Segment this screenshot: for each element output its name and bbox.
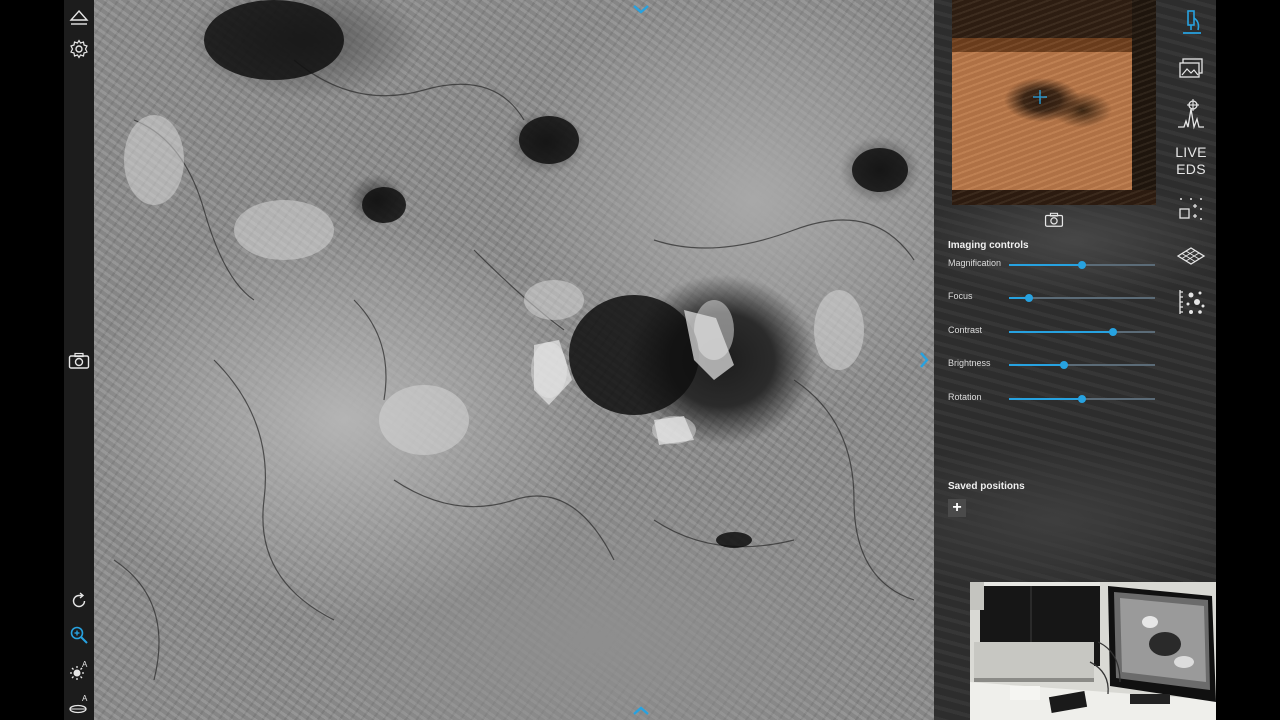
microscope-mode-button[interactable] (1166, 2, 1216, 42)
rotation-label: Rotation (948, 392, 982, 402)
saved-positions-title: Saved positions (948, 481, 1025, 492)
microscope-icon (1183, 10, 1201, 34)
focus-label: Focus (948, 291, 973, 301)
zoom-icon (70, 626, 88, 644)
particle-analysis-button[interactable] (1166, 282, 1216, 322)
contrast-label: Contrast (948, 325, 983, 335)
capture-image-button[interactable] (64, 346, 94, 376)
brightness-slider-fill (1009, 364, 1065, 366)
3d-surface-icon (1176, 247, 1206, 265)
multi-tile-icon (1179, 198, 1202, 220)
right-toolbar: LIVE EDS (1166, 0, 1216, 330)
sem-image-viewport[interactable] (94, 0, 934, 720)
contrast-slider-thumb[interactable] (1108, 328, 1117, 336)
spectrum-button[interactable] (1166, 94, 1216, 134)
auto-focus-badge: A (82, 694, 88, 703)
live-eds-button[interactable]: LIVE EDS (1166, 141, 1216, 181)
imaging-controls-title: Imaging controls (948, 240, 1029, 251)
3d-surface-button[interactable] (1166, 236, 1216, 276)
magnification-slider-fill (1009, 264, 1082, 266)
lab-scene (970, 582, 1216, 720)
letterbox-right (1216, 0, 1280, 720)
zoom-tool-button[interactable] (64, 620, 94, 650)
pan-down-button[interactable] (629, 702, 653, 720)
chevron-down-icon (633, 5, 649, 14)
rotation-slider[interactable] (1009, 395, 1155, 403)
eject-icon (69, 9, 89, 25)
particle-analysis-icon (1179, 290, 1205, 314)
auto-focus-button[interactable]: A (64, 690, 94, 720)
left-toolbar: A A (64, 0, 94, 720)
add-saved-position-button[interactable]: + (948, 499, 966, 517)
auto-contrast-badge: A (82, 660, 88, 669)
live-eds-label: LIVE EDS (1175, 144, 1207, 177)
settings-button[interactable] (64, 34, 94, 64)
reset-rotation-button[interactable] (64, 586, 94, 616)
contrast-slider-fill (1009, 331, 1113, 333)
navcam-capture-button[interactable] (1043, 210, 1065, 230)
auto-contrast-button[interactable]: A (64, 656, 94, 686)
gallery-button[interactable] (1166, 48, 1216, 88)
magnification-label: Magnification (948, 258, 1002, 268)
focus-slider[interactable] (1009, 294, 1155, 302)
rotate-icon (72, 592, 86, 608)
camera-icon (1044, 212, 1064, 227)
crosshair-icon (1033, 90, 1047, 104)
sem-surface-texture (113, 0, 915, 681)
gear-icon (70, 39, 88, 59)
multi-tile-button[interactable] (1166, 189, 1216, 229)
navigation-camera-image[interactable] (952, 0, 1156, 205)
webcam-inset (970, 582, 1216, 720)
contrast-slider[interactable] (1009, 328, 1155, 336)
magnification-slider-thumb[interactable] (1078, 261, 1086, 269)
gallery-icon (1179, 58, 1203, 78)
magnification-slider[interactable] (1009, 261, 1155, 269)
spectrum-icon (1178, 99, 1204, 130)
rotation-slider-thumb[interactable] (1078, 395, 1086, 403)
rotation-slider-fill (1009, 398, 1082, 400)
brightness-slider[interactable] (1009, 361, 1155, 369)
pan-right-button[interactable] (914, 348, 934, 372)
chevron-up-icon (633, 706, 649, 715)
chevron-right-icon (920, 352, 929, 368)
pan-up-button[interactable] (629, 0, 653, 18)
eject-button[interactable] (64, 3, 94, 33)
brightness-label: Brightness (948, 358, 991, 368)
camera-icon (68, 352, 90, 369)
